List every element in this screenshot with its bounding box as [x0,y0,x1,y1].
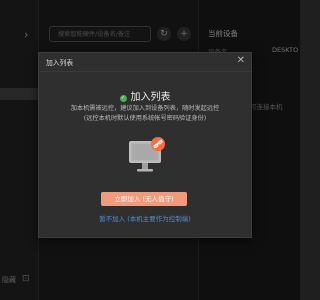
dialog-description-line2: (远控本机时默认使用系统帐号密码验证身份) [83,115,207,122]
monitor-link-icon [129,137,165,172]
dialog-title: 加入列表 [46,59,74,67]
skip-link[interactable]: 暂不加入 (本机主要作为控制端) [39,213,251,223]
dialog-heading-text: 加入列表 [130,92,171,103]
dialog-description-line1: 加本机需被远控，建议加入到设备列表，随时发起远控 [70,105,220,112]
join-now-button[interactable]: 立即加入 (无人值守) [101,192,187,206]
close-icon[interactable]: ✕ [237,55,245,66]
add-to-list-dialog: 加入列表 ✕ ✓ 加入列表 加本机需被远控，建议加入到设备列表，随时发起远控 (远… [38,52,252,238]
dialog-heading: ✓ 加入列表 [39,85,251,104]
check-circle-icon: ✓ [119,95,127,102]
dialog-header: 加入列表 ✕ [39,53,251,72]
